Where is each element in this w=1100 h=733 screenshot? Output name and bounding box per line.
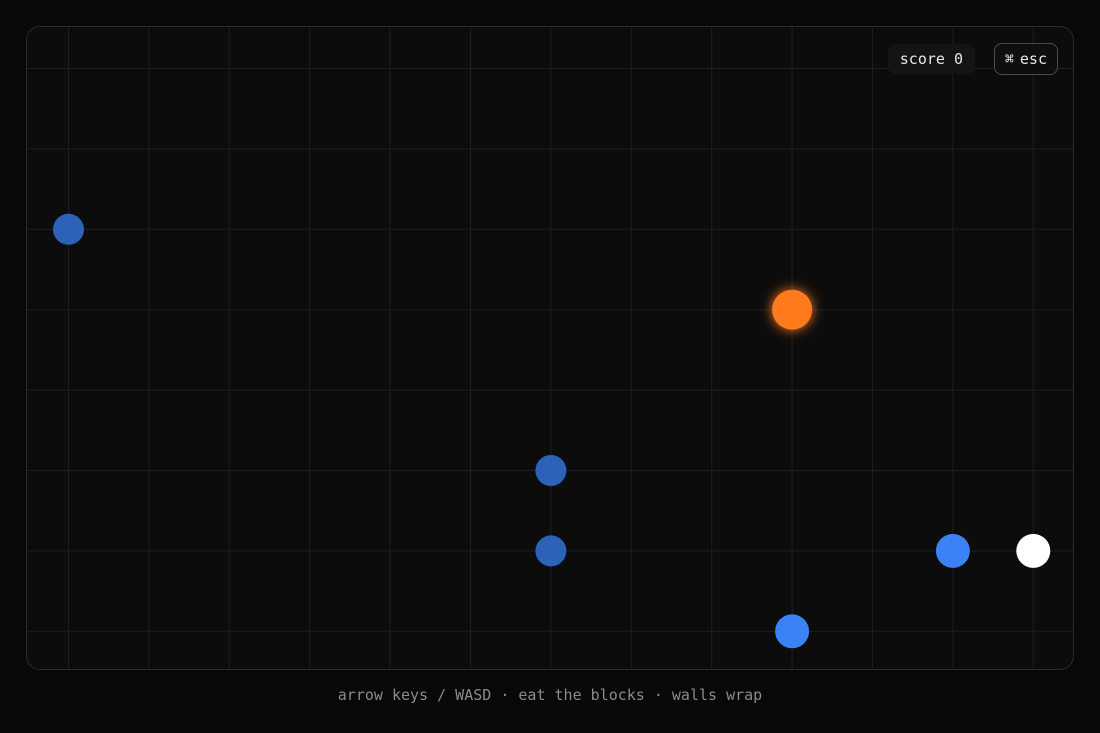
score-display: score 0 <box>887 44 975 74</box>
snake-head <box>1016 533 1051 568</box>
trail-dot <box>535 455 567 486</box>
dots-layer <box>53 213 1051 649</box>
esc-button[interactable]: ⌘ esc <box>993 43 1058 75</box>
game-board[interactable]: score 0 ⌘ esc <box>26 26 1074 670</box>
trail-dot <box>53 213 84 245</box>
grid <box>27 27 1073 669</box>
snake-body-segment <box>935 533 970 568</box>
food-dot <box>772 289 813 330</box>
score-label: score <box>899 50 945 68</box>
controls-hint: arrow keys / WASD · eat the blocks · wal… <box>337 686 763 704</box>
trail-dot <box>535 535 567 567</box>
esc-label: esc <box>1019 50 1047 68</box>
command-icon: ⌘ <box>1004 50 1014 68</box>
snake-body-segment <box>775 614 810 649</box>
grid-lines <box>27 27 1073 669</box>
score-value: 0 <box>953 50 963 68</box>
